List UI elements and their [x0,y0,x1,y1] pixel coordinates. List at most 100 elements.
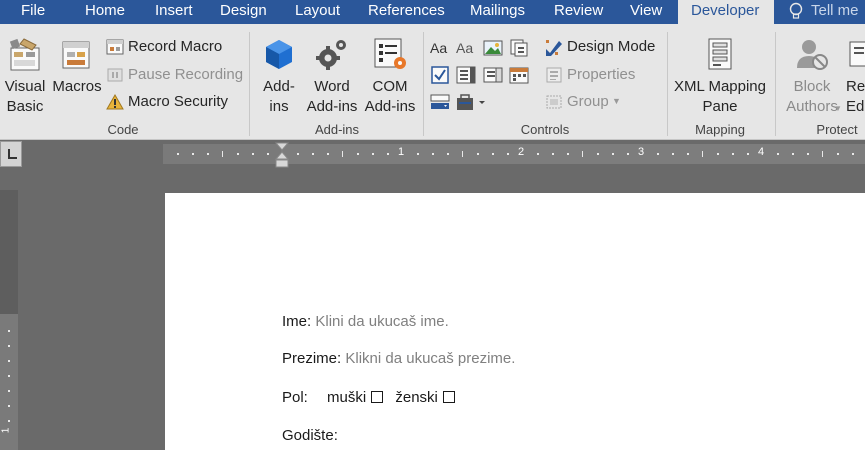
ruler-mark [477,153,479,155]
ime-content-control[interactable]: Klini da ukucaš ime. [315,313,448,330]
group-divider [423,32,424,136]
muski-label: muški [327,389,367,406]
ruler-mark [357,153,359,155]
ruler-mark [222,151,223,157]
restrict-editing-label: Re Ed [846,78,865,115]
repeating-section-content-control[interactable] [430,92,450,112]
combo-box-content-control[interactable] [456,65,476,85]
pause-recording-label: Pause Recording [128,66,244,83]
restrict-editing-button[interactable]: Re Ed [846,36,865,116]
rich-text-aa-icon: Aa [430,40,447,56]
mapping-group-label: Mapping [695,122,745,137]
repeating-section-icon [430,94,450,109]
word-addins-button[interactable]: Word Add-ins [303,36,361,116]
group-divider [249,32,250,136]
macros-button[interactable]: Macros [50,36,104,116]
xml-mapping-pane-label: XML Mapping Pane [674,78,766,115]
properties-label: Properties [567,66,636,83]
ruler-mark [747,153,749,155]
tab-references[interactable]: References [368,0,445,24]
zenski-label: ženski [395,389,438,406]
ruler-mark [8,420,10,422]
ruler-mark [807,153,809,155]
ruler-mark [312,153,314,155]
ruler-mark [417,153,419,155]
rich-text-content-control[interactable]: Aa [430,38,450,58]
xml-mapping-pane-button[interactable]: XML Mapping Pane [670,36,770,116]
code-group-label: Code [107,122,139,137]
svg-text:Aa: Aa [430,40,447,56]
legacy-tools-button[interactable] [456,92,488,112]
addins-button[interactable]: Add- ins [258,36,300,116]
ruler-mark [447,153,449,155]
ruler-mark [432,153,434,155]
ruler-mark [552,153,554,155]
prezime-line: Prezime: Klikni da ukucaš prezime. [282,350,515,367]
tab-selector[interactable] [0,141,22,167]
tab-insert[interactable]: Insert [155,0,193,24]
combo-box-icon [456,66,476,84]
vertical-ruler[interactable]: 1 [0,190,18,450]
group-icon [546,95,562,109]
ruler-mark [462,151,463,157]
group-label: Group [567,93,609,110]
ruler-mark [327,153,329,155]
checkbox-icon [431,66,449,84]
com-addins-button[interactable]: COM Add-ins [362,36,418,116]
ruler-mark [597,153,599,155]
ruler-mark [822,151,823,157]
record-macro-icon [106,39,124,55]
tab-developer[interactable]: Developer [678,0,774,24]
ruler-mark [8,360,10,362]
tab-mailings[interactable]: Mailings [470,0,525,24]
ruler-mark [372,153,374,155]
design-mode-icon [546,40,562,56]
horizontal-ruler[interactable]: 1 2 3 4 [163,142,865,168]
tab-review[interactable]: Review [554,0,603,24]
plain-text-content-control[interactable]: Aa [456,38,476,58]
tab-design[interactable]: Design [220,0,267,24]
record-macro-label: Record Macro [128,38,223,55]
zenski-checkbox[interactable] [442,391,455,403]
picture-content-control[interactable] [483,38,503,58]
drop-down-list-content-control[interactable] [483,65,503,85]
ruler-mark [267,153,269,155]
date-picker-content-control[interactable] [509,65,529,85]
visual-basic-button[interactable]: Visual Basic [2,36,48,116]
tab-home[interactable]: Home [85,0,125,24]
com-addins-icon [374,38,406,69]
tell-me-text: Tell me [811,2,859,19]
tab-file[interactable]: File [21,0,45,24]
group-divider [667,32,668,136]
ruler-mark [627,153,629,155]
ruler-mark [237,153,239,155]
warning-icon [106,94,124,110]
tab-view[interactable]: View [630,0,662,24]
pol-label: Pol: [282,389,308,406]
properties-icon [546,67,562,83]
prezime-content-control[interactable]: Klikni da ukucaš prezime. [345,350,515,367]
ruler-mark [207,153,209,155]
muski-checkbox[interactable] [371,391,384,403]
ruler-mark [702,151,703,157]
building-block-icon [510,39,528,57]
ruler-mark [492,153,494,155]
ruler-mark [672,153,674,155]
document-page[interactable]: Ime: Klini da ukucaš ime. Prezime: Klikn… [165,193,865,450]
building-block-content-control[interactable] [509,38,529,58]
ribbon: Visual Basic Macros Record Macro Pause R… [0,24,865,140]
ruler-mark [192,153,194,155]
chevron-down-icon: ▼ [612,96,621,106]
tab-layout[interactable]: Layout [295,0,340,24]
indent-marker-icon[interactable] [275,142,289,169]
checkbox-content-control[interactable] [430,65,450,85]
ruler-mark [8,345,10,347]
ruler-mark [852,153,854,155]
xml-mapping-icon [708,38,732,70]
macros-label: Macros [52,78,102,95]
drop-down-list-icon [483,67,503,83]
left-tab-icon [8,149,17,159]
ruler-mark [732,153,734,155]
ruler-mark [8,390,10,392]
ruler-mark [537,153,539,155]
